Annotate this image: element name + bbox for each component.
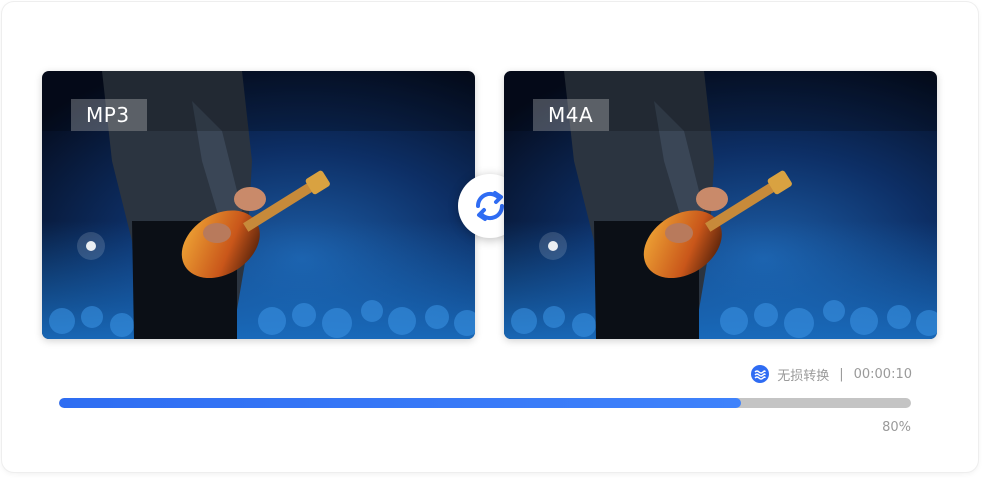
conversion-status: 无损转换 | 00:00:10 [751, 364, 912, 384]
wave-icon [751, 365, 770, 383]
target-format-label: M4A [533, 99, 609, 131]
lossless-label: 无损转换 [777, 368, 830, 384]
progress-fill [59, 398, 741, 408]
status-separator: | [839, 366, 844, 382]
target-preview: M4A [504, 71, 937, 339]
source-preview: MP3 [42, 71, 475, 339]
progress-percent: 80% [882, 420, 911, 435]
elapsed-time: 00:00:10 [853, 366, 912, 382]
source-format-label: MP3 [71, 99, 147, 131]
progress-bar [59, 398, 911, 408]
